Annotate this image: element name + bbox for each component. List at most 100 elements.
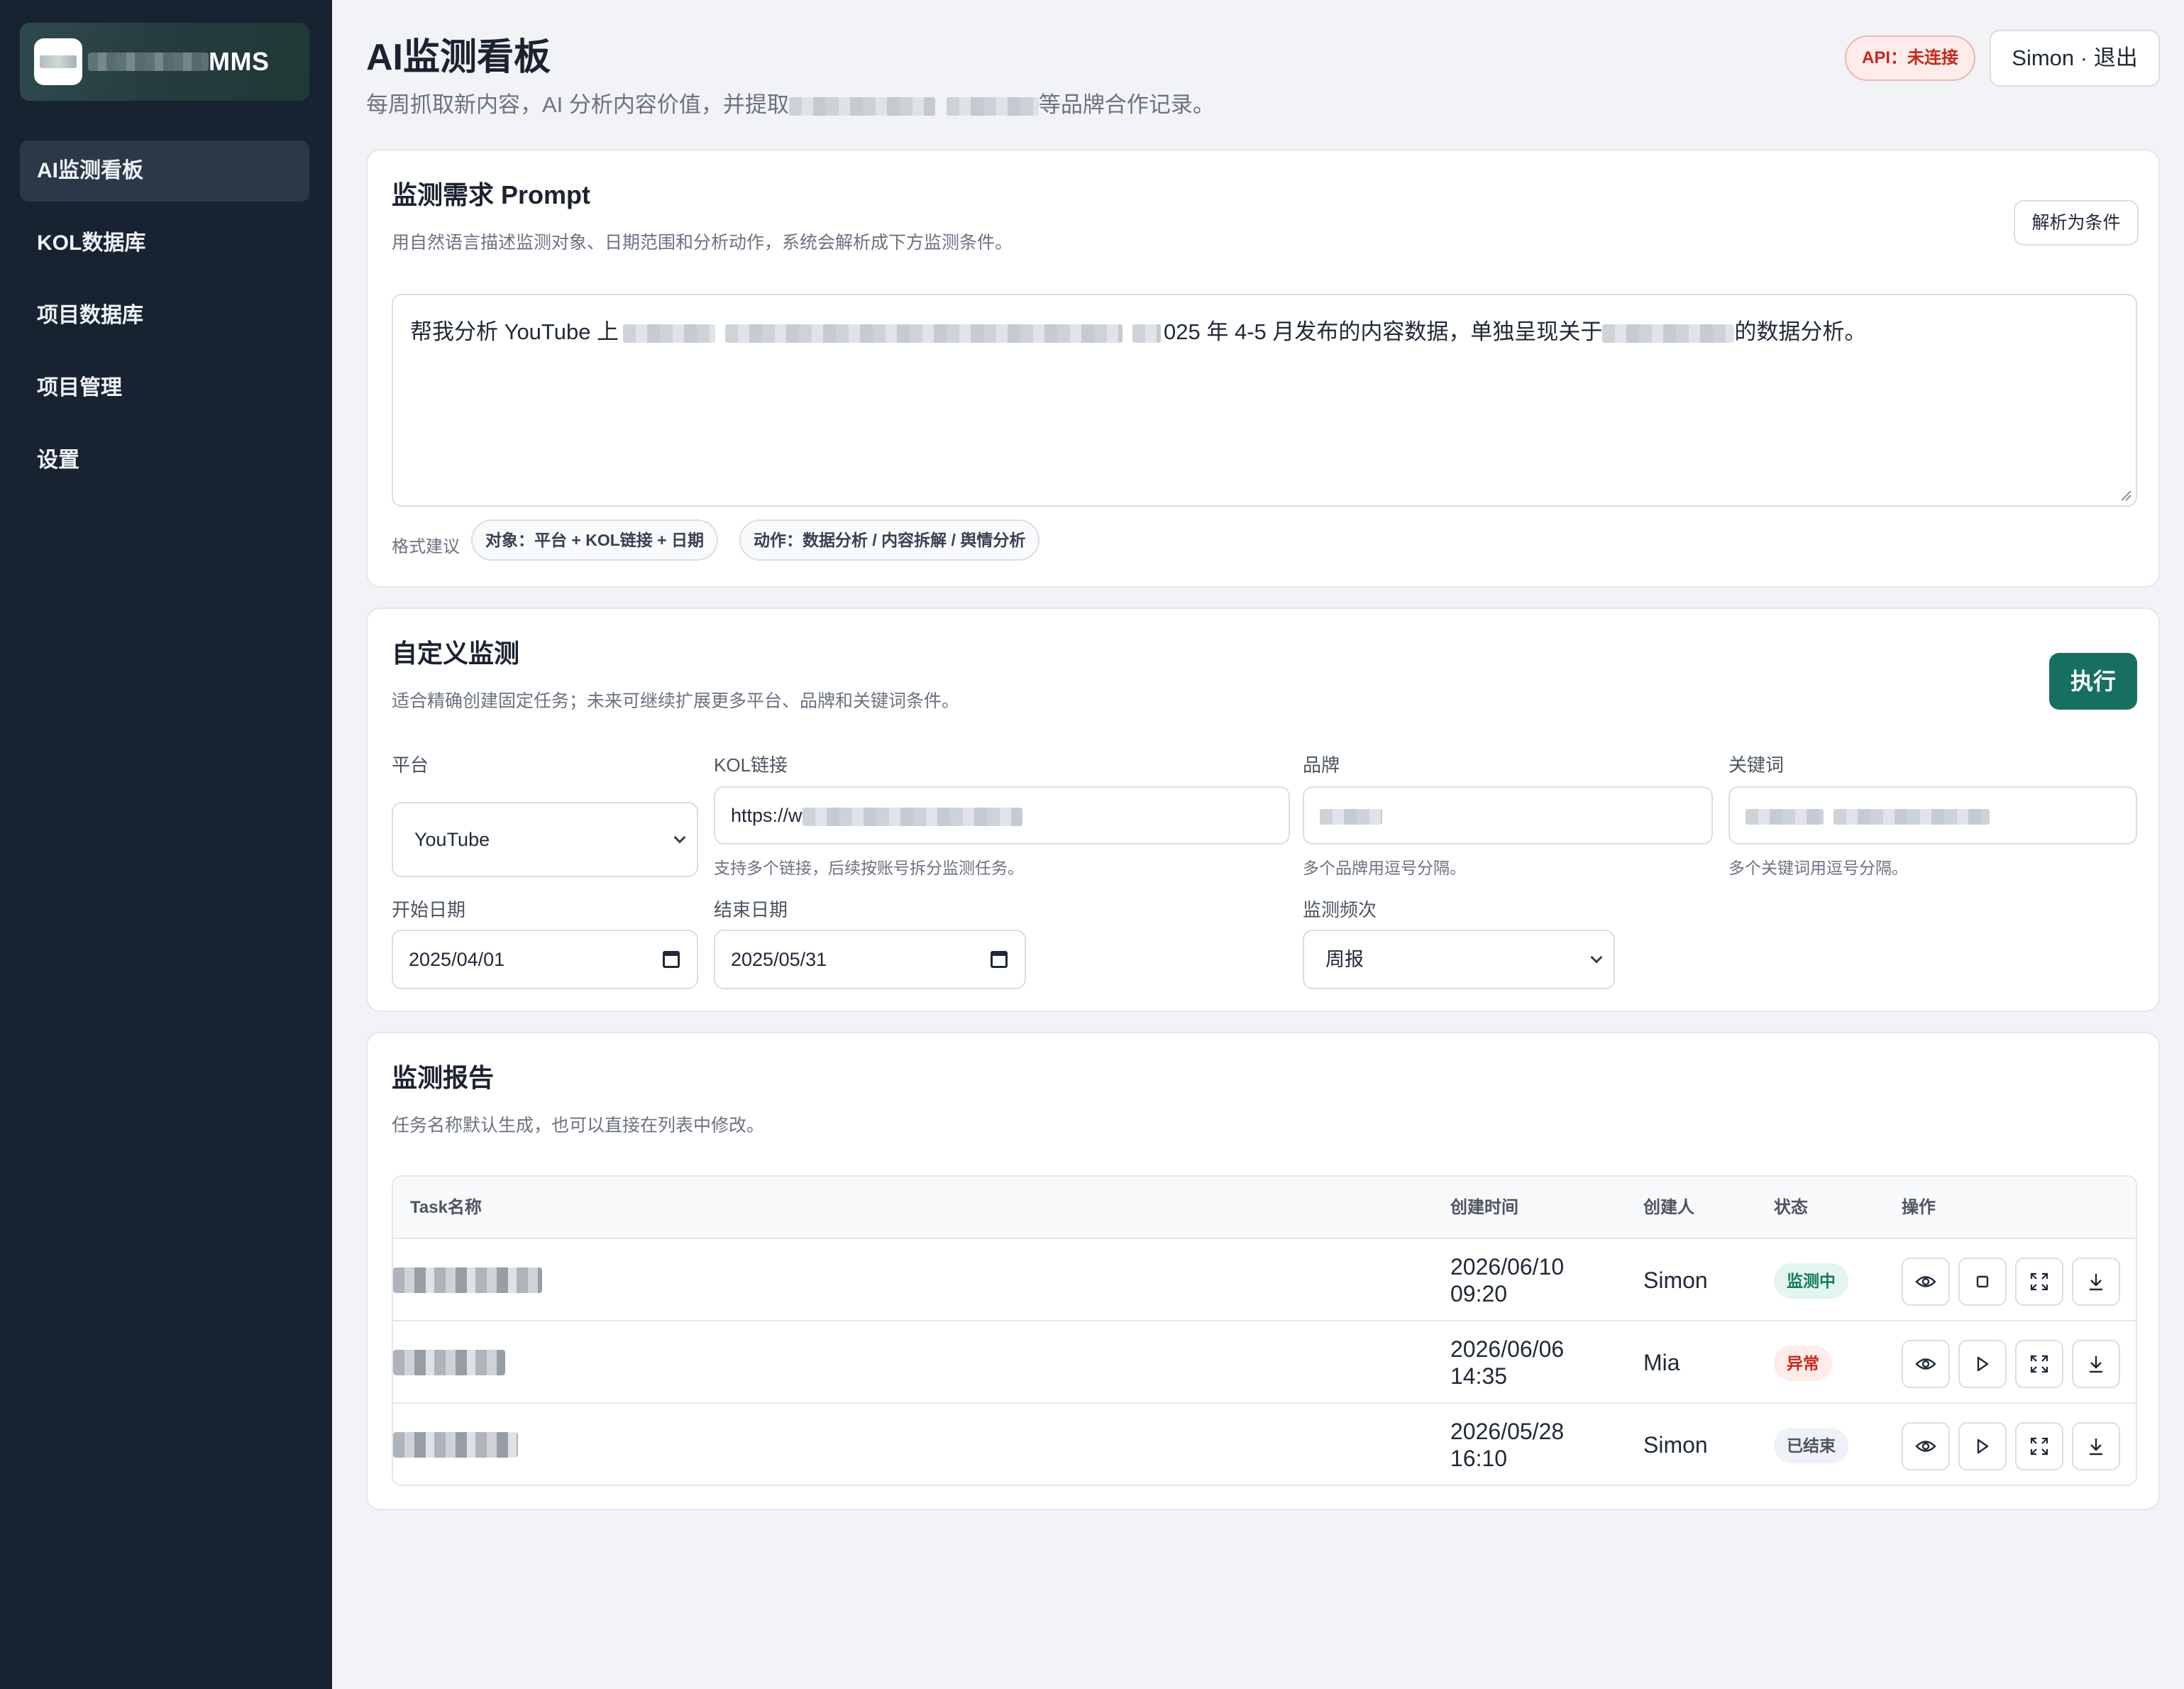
page-subtitle-suffix: 等品牌合作记录。 bbox=[1038, 92, 1215, 117]
fullscreen-button[interactable] bbox=[2015, 1422, 2063, 1470]
reports-table: Task名称 创建时间 创建人 状态 操作 2026/06/10 09:20 S… bbox=[392, 1175, 2137, 1486]
redacted-kol bbox=[725, 324, 1123, 343]
play-icon bbox=[1977, 1438, 1989, 1454]
user-logout-button[interactable]: Simon · 退出 bbox=[1990, 30, 2160, 87]
brand-logo bbox=[34, 38, 82, 85]
prompt-textarea[interactable]: 帮我分析 YouTube 上 025 年 4-5 月发布的内容数据，单独呈现关于 的… bbox=[392, 294, 2137, 507]
created-date: 2026/06/06 bbox=[1450, 1336, 1565, 1362]
brand[interactable]: MMS bbox=[20, 23, 309, 101]
table-row: 2026/05/28 16:10 Simon 已结束 bbox=[393, 1404, 2136, 1485]
end-date-input[interactable]: 2025/05/31 bbox=[714, 930, 1026, 989]
frequency-select[interactable]: 周报 bbox=[1303, 930, 1615, 989]
task-name-redacted[interactable] bbox=[393, 1267, 542, 1293]
status-badge: 监测中 bbox=[1774, 1263, 1848, 1299]
table-row: 2026/06/06 14:35 Mia 异常 bbox=[393, 1321, 2136, 1404]
run-button[interactable] bbox=[1958, 1340, 2007, 1388]
status-badge: 已结束 bbox=[1774, 1428, 1848, 1463]
created-clock: 09:20 bbox=[1450, 1281, 1508, 1306]
column-header-created-time[interactable]: 创建时间 bbox=[1450, 1177, 1518, 1239]
redacted-keyword bbox=[1833, 808, 1990, 825]
eye-icon bbox=[1915, 1441, 1936, 1452]
sidebar-item-project-database[interactable]: 项目数据库 bbox=[20, 285, 309, 346]
column-header-creator[interactable]: 创建人 bbox=[1643, 1177, 1694, 1239]
start-date-value: 2025/04/01 bbox=[409, 949, 505, 970]
chevron-down-icon bbox=[1590, 951, 1603, 964]
kol-link-value: https://w bbox=[731, 805, 803, 826]
platform-select[interactable]: YouTube bbox=[392, 802, 698, 877]
download-icon bbox=[2090, 1274, 2102, 1291]
download-button[interactable] bbox=[2072, 1258, 2120, 1306]
download-button[interactable] bbox=[2072, 1340, 2120, 1388]
kol-link-help: 支持多个链接，后续按账号拆分监测任务。 bbox=[714, 859, 1024, 877]
eye-icon bbox=[1915, 1358, 1936, 1370]
redacted-keyword bbox=[1745, 808, 1824, 825]
sidebar-item-settings[interactable]: 设置 bbox=[20, 430, 309, 491]
view-button[interactable] bbox=[1902, 1258, 1950, 1306]
format-chip-object[interactable]: 对象：平台 + KOL链接 + 日期 bbox=[471, 519, 718, 561]
creator: Simon bbox=[1643, 1267, 1708, 1293]
prompt-text-prefix: 帮我分析 YouTube 上 bbox=[410, 319, 619, 344]
task-name-redacted[interactable] bbox=[393, 1350, 505, 1375]
calendar-icon[interactable] bbox=[991, 951, 1008, 968]
task-name-redacted[interactable] bbox=[393, 1432, 518, 1458]
redacted-brand bbox=[946, 97, 1039, 116]
created-date: 2026/06/10 bbox=[1450, 1254, 1565, 1280]
sidebar-nav: AI监测看板 KOL数据库 项目数据库 项目管理 设置 bbox=[20, 141, 309, 502]
created-time: 2026/06/06 14:35 bbox=[1450, 1336, 1606, 1390]
kol-link-label: KOL链接 bbox=[714, 754, 788, 776]
table-header: Task名称 创建时间 创建人 状态 操作 bbox=[393, 1177, 2136, 1239]
download-button[interactable] bbox=[2072, 1422, 2120, 1470]
view-button[interactable] bbox=[1902, 1422, 1950, 1470]
chevron-down-icon bbox=[673, 831, 686, 844]
keyword-input[interactable] bbox=[1728, 786, 2137, 844]
api-status-badge: API：未连接 bbox=[1845, 35, 1975, 81]
redacted-url bbox=[802, 807, 1022, 826]
fullscreen-button[interactable] bbox=[2015, 1258, 2063, 1306]
brand-name: MMS bbox=[209, 47, 270, 76]
sidebar-item-ai-dashboard[interactable]: AI监测看板 bbox=[20, 141, 309, 202]
column-header-task-name[interactable]: Task名称 bbox=[410, 1177, 482, 1239]
table-row: 2026/06/10 09:20 Simon 监测中 bbox=[393, 1239, 2136, 1321]
created-time: 2026/05/28 16:10 bbox=[1450, 1418, 1606, 1472]
created-time: 2026/06/10 09:20 bbox=[1450, 1253, 1606, 1307]
platform-select-value: YouTube bbox=[414, 829, 490, 850]
stop-button[interactable] bbox=[1958, 1258, 2007, 1306]
creator: Mia bbox=[1643, 1350, 1680, 1375]
custom-card-description: 适合精确创建固定任务；未来可继续扩展更多平台、品牌和关键词条件。 bbox=[392, 691, 960, 711]
stop-icon bbox=[1976, 1275, 1989, 1288]
start-date-label: 开始日期 bbox=[392, 899, 466, 920]
custom-monitor-card: 自定义监测 适合精确创建固定任务；未来可继续扩展更多平台、品牌和关键词条件。 执… bbox=[366, 607, 2160, 1012]
expand-icon bbox=[2030, 1437, 2048, 1456]
fullscreen-button[interactable] bbox=[2015, 1340, 2063, 1388]
reports-card-title: 监测报告 bbox=[392, 1063, 495, 1092]
keyword-help: 多个关键词用逗号分隔。 bbox=[1728, 859, 1908, 877]
download-icon bbox=[2090, 1356, 2102, 1373]
page-subtitle: 每周抓取新内容，AI 分析内容价值，并提取 等品牌合作记录。 bbox=[366, 87, 1215, 119]
end-date-value: 2025/05/31 bbox=[731, 949, 827, 970]
reports-card-description: 任务名称默认生成，也可以直接在列表中修改。 bbox=[392, 1116, 765, 1135]
sidebar-item-kol-database[interactable]: KOL数据库 bbox=[20, 213, 309, 274]
execute-button[interactable]: 执行 bbox=[2049, 653, 2137, 710]
run-button[interactable] bbox=[1958, 1422, 2007, 1470]
redacted-kol bbox=[1132, 324, 1162, 343]
created-date: 2026/05/28 bbox=[1450, 1419, 1565, 1444]
format-chip-action[interactable]: 动作：数据分析 / 内容拆解 / 舆情分析 bbox=[739, 519, 1040, 561]
prompt-card: 监测需求 Prompt 用自然语言描述监测对象、日期范围和分析动作，系统会解析成… bbox=[366, 149, 2160, 588]
parse-conditions-button[interactable]: 解析为条件 bbox=[2014, 200, 2139, 246]
calendar-icon[interactable] bbox=[663, 951, 680, 968]
page-title: AI监测看板 bbox=[366, 37, 551, 78]
brand-name-redacted bbox=[88, 53, 209, 71]
start-date-input[interactable]: 2025/04/01 bbox=[392, 930, 698, 989]
resize-handle-icon[interactable] bbox=[2119, 488, 2131, 501]
brand-input[interactable] bbox=[1303, 786, 1713, 844]
sidebar-item-project-management[interactable]: 项目管理 bbox=[20, 358, 309, 419]
column-header-actions: 操作 bbox=[1902, 1198, 1936, 1217]
kol-link-input[interactable]: https://w bbox=[714, 786, 1290, 844]
view-button[interactable] bbox=[1902, 1340, 1950, 1388]
column-header-status[interactable]: 状态 bbox=[1774, 1177, 1808, 1239]
frequency-label: 监测频次 bbox=[1303, 899, 1377, 920]
play-icon bbox=[1977, 1356, 1989, 1372]
redacted-brand bbox=[1602, 324, 1735, 343]
download-icon bbox=[2090, 1438, 2102, 1456]
sidebar: MMS AI监测看板 KOL数据库 项目数据库 项目管理 设置 bbox=[0, 0, 332, 1689]
